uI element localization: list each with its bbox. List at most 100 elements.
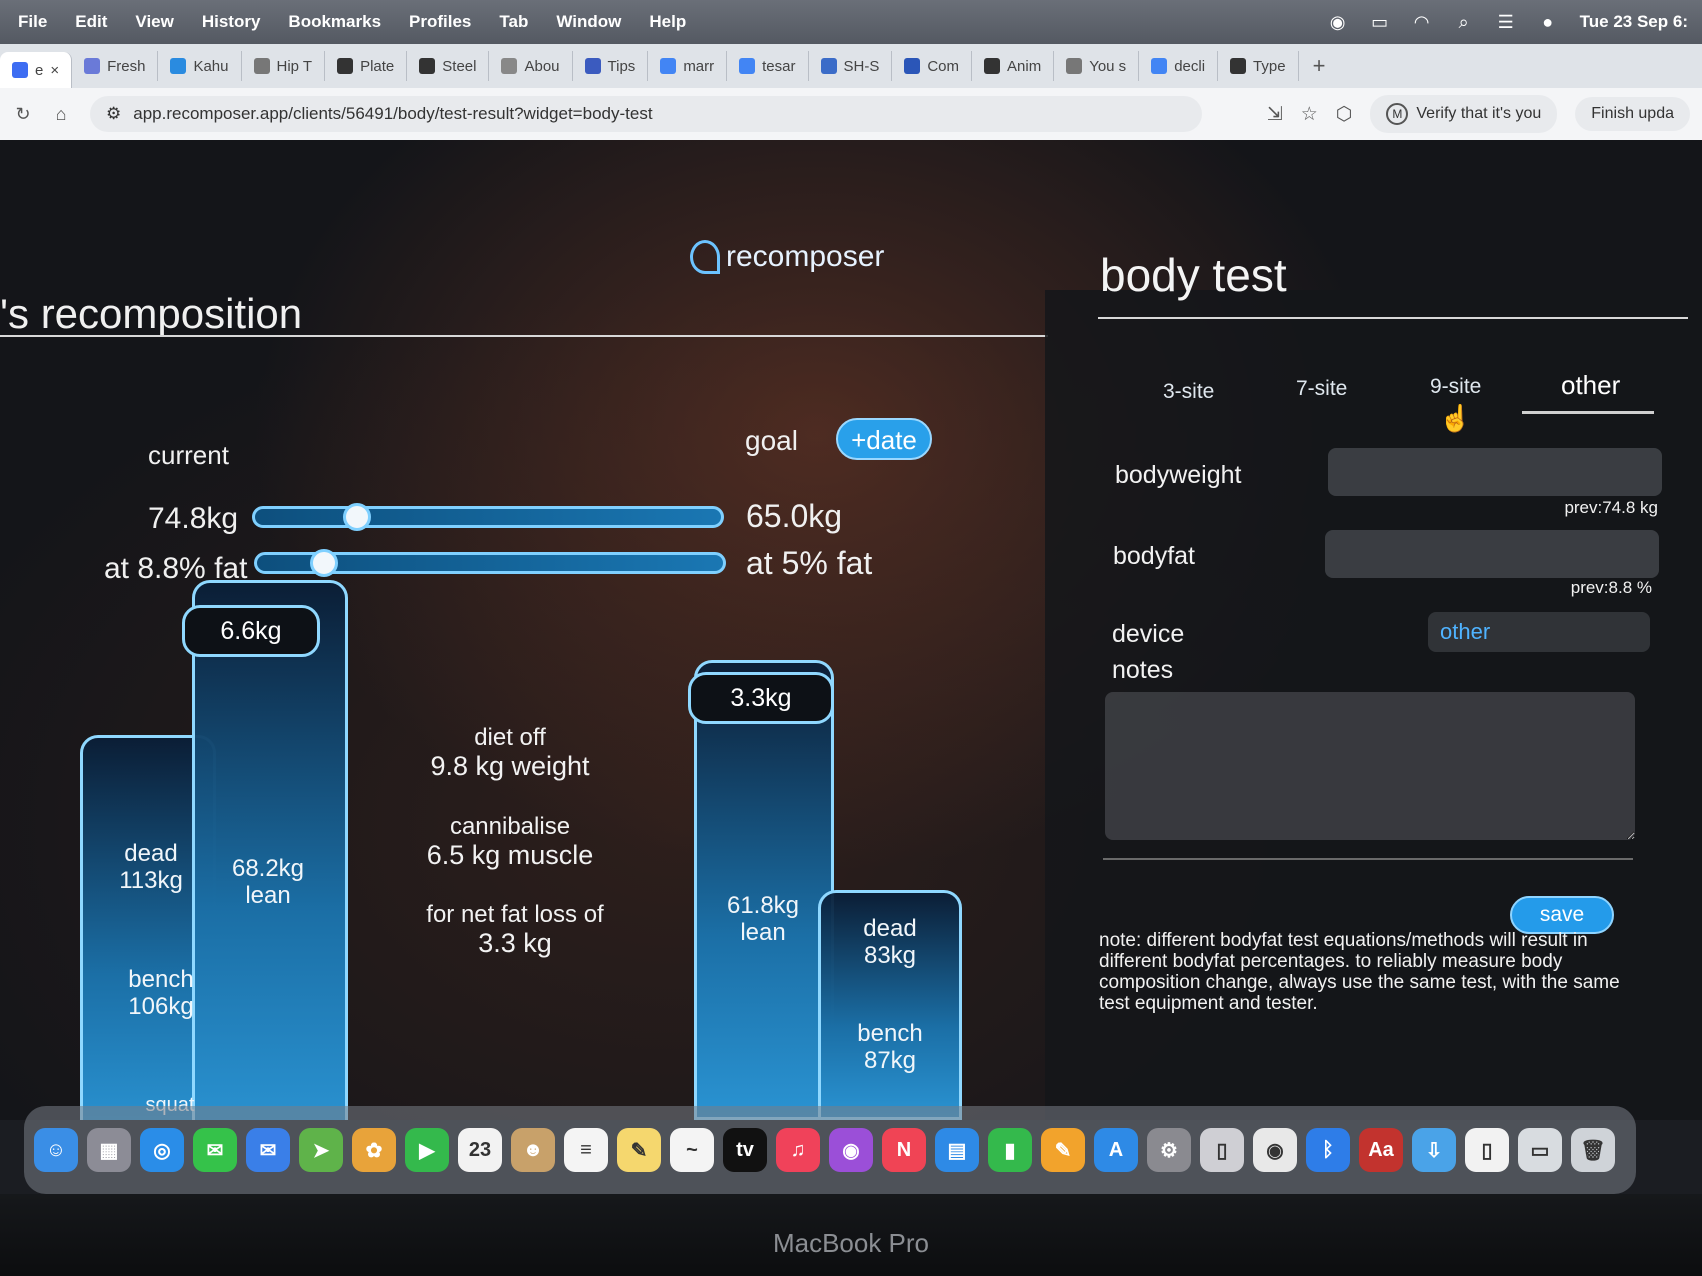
siri-icon[interactable]: ● bbox=[1538, 12, 1558, 32]
brand[interactable]: recomposer bbox=[690, 240, 884, 274]
finish-update-button[interactable]: Finish upda bbox=[1575, 97, 1690, 131]
document-icon[interactable]: ▯ bbox=[1465, 1128, 1509, 1172]
facetime-icon[interactable]: ▶ bbox=[405, 1128, 449, 1172]
current-deadlift-label: dead 113kg bbox=[119, 840, 183, 894]
verify-identity-button[interactable]: M Verify that it's you bbox=[1370, 95, 1558, 133]
diet-off-label: diet off bbox=[474, 724, 546, 751]
reminders-icon[interactable]: ≡ bbox=[564, 1128, 608, 1172]
tab-7-site[interactable]: 7-site bbox=[1296, 377, 1347, 401]
app-store-icon[interactable]: A bbox=[1094, 1128, 1138, 1172]
battery-icon[interactable]: ▭ bbox=[1370, 12, 1390, 32]
downloads-icon[interactable]: ⇩ bbox=[1412, 1128, 1456, 1172]
tab-favicon-icon bbox=[660, 58, 677, 74]
music-icon[interactable]: ♫ bbox=[776, 1128, 820, 1172]
wifi-icon[interactable]: ◠ bbox=[1412, 12, 1432, 32]
menu-profiles[interactable]: Profiles bbox=[409, 12, 471, 32]
iphone-mirroring-icon[interactable]: ▯ bbox=[1200, 1128, 1244, 1172]
messages-icon[interactable]: ✉ bbox=[193, 1128, 237, 1172]
menu-tab[interactable]: Tab bbox=[499, 12, 528, 32]
tab-other[interactable]: other bbox=[1561, 370, 1620, 401]
tab-favicon-icon bbox=[904, 58, 921, 74]
mail-icon[interactable]: ✉ bbox=[246, 1128, 290, 1172]
notes-textarea[interactable] bbox=[1105, 692, 1635, 840]
browser-tab[interactable]: Plate bbox=[325, 51, 408, 81]
notes-icon[interactable]: ✎ bbox=[617, 1128, 661, 1172]
menu-view[interactable]: View bbox=[135, 12, 173, 32]
url-text: app.recomposer.app/clients/56491/body/te… bbox=[133, 104, 653, 123]
save-button[interactable]: save bbox=[1510, 896, 1614, 934]
tab-9-site[interactable]: 9-site bbox=[1430, 375, 1481, 399]
browser-tab[interactable]: SH-S bbox=[809, 51, 893, 81]
menu-edit[interactable]: Edit bbox=[75, 12, 107, 32]
bookmark-star-icon[interactable]: ☆ bbox=[1301, 103, 1318, 126]
active-tab-underline bbox=[1522, 411, 1654, 414]
freeform-icon[interactable]: ~ bbox=[670, 1128, 714, 1172]
search-icon[interactable]: ⌕ bbox=[1454, 12, 1474, 32]
fat-slider[interactable] bbox=[254, 549, 726, 577]
weight-slider-thumb[interactable] bbox=[343, 503, 371, 531]
preview-window-icon[interactable]: ▭ bbox=[1518, 1128, 1562, 1172]
browser-tab[interactable]: Abou bbox=[489, 51, 573, 81]
tab-3-site[interactable]: 3-site bbox=[1163, 380, 1214, 404]
device-select[interactable]: other bbox=[1428, 612, 1650, 652]
install-app-icon[interactable]: ⇲ bbox=[1267, 103, 1283, 126]
menu-file[interactable]: File bbox=[18, 12, 47, 32]
home-icon[interactable]: ⌂ bbox=[46, 104, 76, 125]
chrome-icon[interactable]: ◉ bbox=[1253, 1128, 1297, 1172]
fat-slider-thumb[interactable] bbox=[309, 549, 338, 577]
browser-tab[interactable]: You s bbox=[1054, 51, 1140, 81]
menu-window[interactable]: Window bbox=[556, 12, 621, 32]
browser-tab[interactable]: marr bbox=[648, 51, 728, 81]
menu-bookmarks[interactable]: Bookmarks bbox=[288, 12, 381, 32]
system-settings-icon[interactable]: ⚙ bbox=[1147, 1128, 1191, 1172]
news-icon[interactable]: N bbox=[882, 1128, 926, 1172]
browser-tab[interactable]: Com bbox=[892, 51, 973, 81]
finder-icon[interactable]: ☺ bbox=[34, 1128, 78, 1172]
browser-tab[interactable]: Anim bbox=[972, 51, 1055, 81]
keynote-icon[interactable]: ▤ bbox=[935, 1128, 979, 1172]
contacts-icon[interactable]: ☻ bbox=[511, 1128, 555, 1172]
bodyfat-input[interactable] bbox=[1325, 530, 1659, 578]
site-settings-icon[interactable]: ⚙ bbox=[106, 104, 121, 124]
maps-icon[interactable]: ➤ bbox=[299, 1128, 343, 1172]
browser-tab[interactable]: Fresh bbox=[72, 51, 159, 81]
reload-icon[interactable]: ↻ bbox=[8, 104, 38, 125]
browser-tab[interactable]: Tips bbox=[573, 51, 649, 81]
calendar-icon[interactable]: 23 bbox=[458, 1128, 502, 1172]
tab-label: You s bbox=[1089, 57, 1127, 75]
browser-tab[interactable]: Kahu bbox=[158, 51, 242, 81]
address-bar[interactable]: ⚙ app.recomposer.app/clients/56491/body/… bbox=[90, 96, 1202, 132]
dictionary-icon[interactable]: Aa bbox=[1359, 1128, 1403, 1172]
bodyweight-input[interactable] bbox=[1328, 448, 1662, 496]
tab-label: Plate bbox=[360, 57, 395, 75]
menu-clock[interactable]: Tue 23 Sep 6: bbox=[1580, 12, 1688, 32]
browser-tab[interactable]: Steel bbox=[407, 51, 490, 81]
menu-help[interactable]: Help bbox=[649, 12, 686, 32]
tab-favicon-icon bbox=[1066, 58, 1083, 74]
browser-tab[interactable]: Type bbox=[1218, 51, 1299, 81]
close-tab-icon[interactable]: × bbox=[50, 62, 59, 79]
menu-history[interactable]: History bbox=[202, 12, 261, 32]
tv-icon[interactable]: tv bbox=[723, 1128, 767, 1172]
numbers-icon[interactable]: ▮ bbox=[988, 1128, 1032, 1172]
trash-icon[interactable]: 🗑 bbox=[1571, 1128, 1615, 1172]
extensions-icon[interactable]: ⬡ bbox=[1336, 103, 1353, 126]
control-center-icon[interactable]: ☰ bbox=[1496, 12, 1516, 32]
net-fat-loss-label: for net fat loss of bbox=[426, 901, 604, 928]
add-date-button[interactable]: +date bbox=[836, 418, 932, 460]
browser-tab[interactable]: e × bbox=[0, 52, 73, 88]
new-tab-icon[interactable]: + bbox=[1299, 53, 1340, 79]
photos-icon[interactable]: ✿ bbox=[352, 1128, 396, 1172]
pages-icon[interactable]: ✎ bbox=[1041, 1128, 1085, 1172]
bluetooth-icon[interactable]: ᛒ bbox=[1306, 1128, 1350, 1172]
safari-icon[interactable]: ◎ bbox=[140, 1128, 184, 1172]
weight-slider[interactable] bbox=[252, 503, 724, 531]
user-icon[interactable]: ◉ bbox=[1328, 12, 1348, 32]
browser-tab[interactable]: Hip T bbox=[242, 51, 326, 81]
launchpad-icon[interactable]: ▦ bbox=[87, 1128, 131, 1172]
browser-tab[interactable]: tesar bbox=[727, 51, 809, 81]
podcasts-icon[interactable]: ◉ bbox=[829, 1128, 873, 1172]
browser-tab[interactable]: decli bbox=[1139, 51, 1219, 81]
bodyfat-label: bodyfat bbox=[1113, 542, 1196, 570]
tab-label: e bbox=[35, 61, 44, 79]
